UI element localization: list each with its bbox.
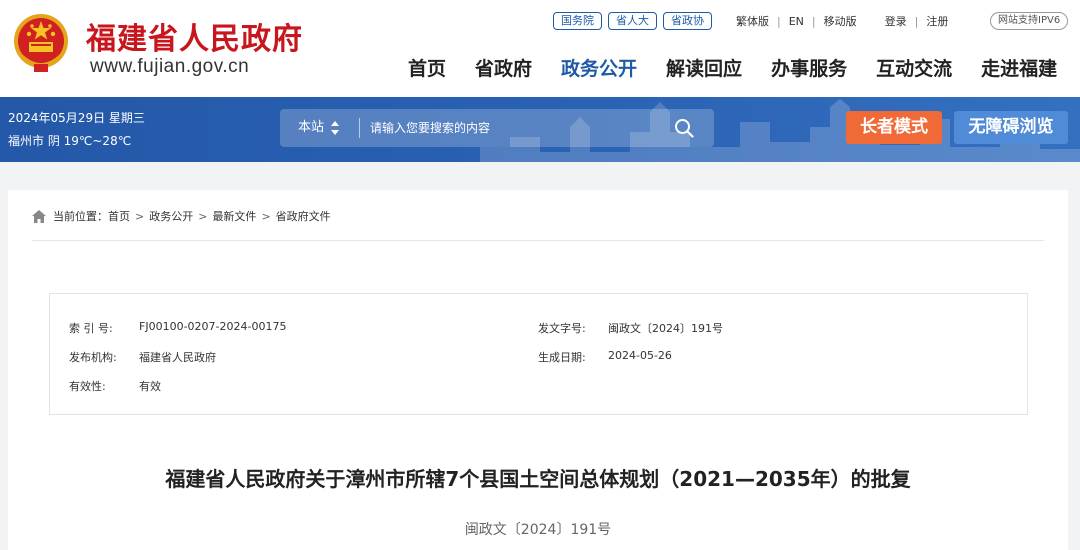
meta-date-value: 2024-05-26: [608, 349, 672, 362]
meta-index-value: FJ00100-0207-2024-00175: [139, 320, 287, 333]
meta-validity-value: 有效: [139, 380, 161, 393]
breadcrumb: 当前位置： 首页 > 政务公开 > 最新文件 > 省政府文件: [32, 208, 331, 224]
meta-docno-label: 发文字号:: [538, 322, 586, 335]
top-links: 国务院 省人大 省政协 繁体版 | EN | 移动版 登录 | 注册: [553, 12, 948, 30]
nav-government-affairs[interactable]: 政务公开: [561, 54, 637, 81]
breadcrumb-prefix: 当前位置：: [53, 210, 108, 223]
nav-interaction[interactable]: 互动交流: [876, 54, 952, 81]
breadcrumb-latest-files[interactable]: 最新文件: [212, 208, 256, 224]
search-bar: 本站: [280, 109, 714, 147]
document-number: 闽政文〔2024〕191号: [464, 522, 612, 538]
breadcrumb-provincial-files[interactable]: 省政府文件: [276, 208, 331, 224]
national-emblem-icon[interactable]: [12, 12, 70, 74]
register-link[interactable]: 注册: [926, 13, 948, 29]
search-input[interactable]: [370, 109, 670, 147]
elder-mode-button[interactable]: 长者模式: [846, 111, 942, 144]
link-traditional-chinese[interactable]: 繁体版: [736, 13, 769, 29]
document-title: 福建省人民政府关于漳州市所辖7个县国土空间总体规划（2021—2035年）的批复: [165, 467, 911, 491]
accessible-browse-button[interactable]: 无障碍浏览: [954, 111, 1068, 144]
meta-date-label: 生成日期:: [538, 351, 586, 364]
meta-date-row: 生成日期: 2024-05-26: [538, 349, 672, 365]
site-name[interactable]: 福建省人民政府: [86, 14, 303, 58]
meta-org-value: 福建省人民政府: [139, 351, 216, 364]
search-divider: [359, 118, 360, 138]
breadcrumb-government-affairs[interactable]: 政务公开: [149, 208, 193, 224]
document-metadata: 索 引 号: FJ00100-0207-2024-00175 发文字号: 闽政文…: [49, 293, 1028, 415]
meta-docno-value: 闽政文〔2024〕191号: [608, 322, 723, 335]
breadcrumb-divider: [32, 240, 1044, 241]
meta-org-row: 发布机构: 福建省人民政府: [69, 349, 216, 365]
nav-services[interactable]: 办事服务: [771, 54, 847, 81]
nav-about-fujian[interactable]: 走进福建: [981, 54, 1057, 81]
home-icon: [32, 209, 46, 223]
meta-index-label: 索 引 号:: [69, 322, 113, 335]
meta-validity-label: 有效性:: [69, 380, 106, 393]
search-banner: 2024年05月29日 星期三 福州市 阴 19℃~28℃ 本站 长者模式 无障…: [0, 97, 1080, 162]
meta-validity-row: 有效性: 有效: [69, 378, 161, 394]
breadcrumb-home[interactable]: 首页: [108, 208, 130, 224]
site-header: 福建省人民政府 www.fujian.gov.cn 国务院 省人大 省政协 繁体…: [0, 0, 1080, 97]
link-mobile[interactable]: 移动版: [824, 13, 857, 29]
link-english[interactable]: EN: [789, 15, 804, 28]
meta-docno-row: 发文字号: 闽政文〔2024〕191号: [538, 320, 723, 336]
link-provincial-cppcc[interactable]: 省政协: [663, 12, 712, 30]
meta-index-row: 索 引 号: FJ00100-0207-2024-00175: [69, 320, 286, 336]
nav-provincial-government[interactable]: 省政府: [475, 54, 532, 81]
search-icon[interactable]: [674, 118, 694, 138]
meta-org-label: 发布机构:: [69, 351, 117, 364]
weather-info: 福州市 阴 19℃~28℃: [8, 134, 132, 148]
link-state-council[interactable]: 国务院: [553, 12, 602, 30]
login-link[interactable]: 登录: [885, 13, 907, 29]
search-scope-select[interactable]: 本站: [298, 109, 324, 147]
main-nav: 首页 省政府 政务公开 解读回应 办事服务 互动交流 走进福建: [408, 54, 1057, 81]
current-date: 2024年05月29日 星期三: [8, 111, 145, 125]
updown-arrow-icon[interactable]: [330, 121, 340, 135]
content-panel: 当前位置： 首页 > 政务公开 > 最新文件 > 省政府文件 索 引 号: FJ…: [8, 190, 1068, 550]
site-url[interactable]: www.fujian.gov.cn: [90, 56, 249, 78]
link-provincial-congress[interactable]: 省人大: [608, 12, 657, 30]
nav-interpretation[interactable]: 解读回应: [666, 54, 742, 81]
nav-home[interactable]: 首页: [408, 54, 446, 81]
ipv6-badge: 网站支持IPV6: [990, 12, 1069, 30]
